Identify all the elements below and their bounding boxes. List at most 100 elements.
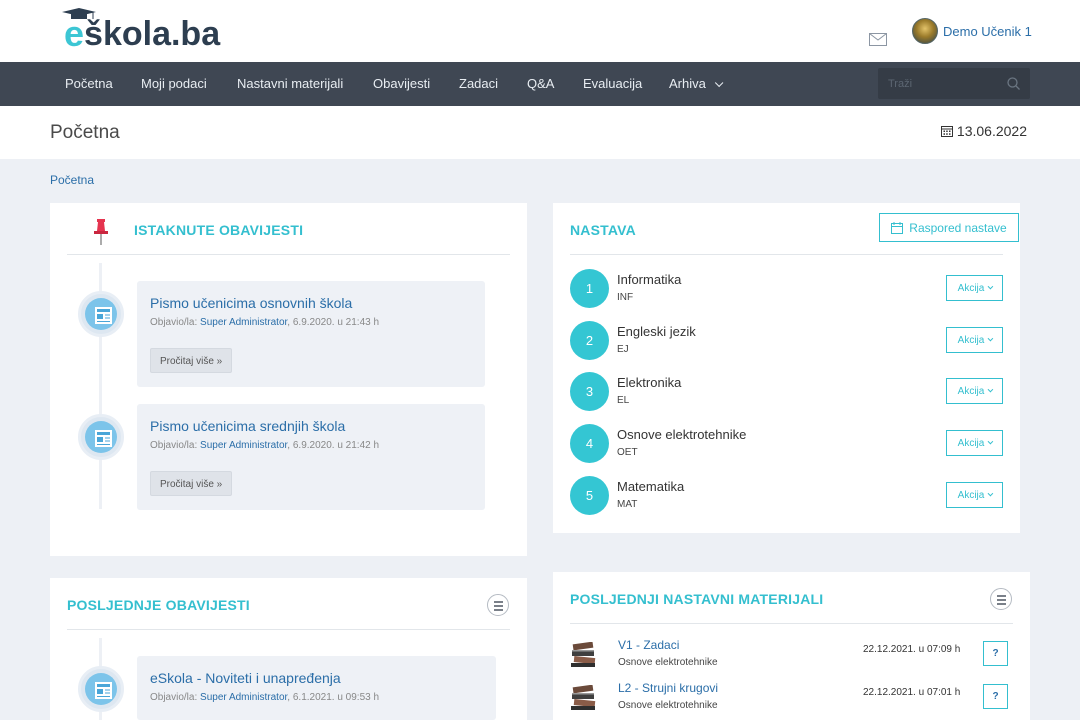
help-button[interactable]: ? (983, 684, 1008, 709)
subject-number: 2 (570, 321, 609, 360)
nav-item-zadaci[interactable]: Zadaci (459, 62, 498, 106)
nav-item-obavijesti[interactable]: Obavijesti (373, 62, 430, 106)
subject-code: OET (617, 447, 638, 458)
action-label: Akcija (957, 282, 985, 294)
books-icon (571, 642, 596, 667)
subject-name: Engleski jezik (617, 324, 696, 339)
post-title[interactable]: Pismo učenicima srednjih škola (150, 418, 345, 434)
mail-icon[interactable] (869, 33, 887, 46)
material-subject: Osnove elektrotehnike (618, 700, 718, 711)
subject-number: 5 (570, 476, 609, 515)
schedule-button[interactable]: Raspored nastave (879, 213, 1019, 242)
panel-header: POSLJEDNJE OBAVIJESTI (67, 578, 510, 630)
post-author[interactable]: Super Administrator (200, 440, 287, 451)
news-icon (78, 291, 124, 337)
panel-title: ISTAKNUTE OBAVIJESTI (134, 222, 304, 238)
action-dropdown[interactable]: Akcija (946, 275, 1003, 301)
subject-code: MAT (617, 499, 638, 510)
latest-notices-panel: POSLJEDNJE OBAVIJESTI eSkola - Noviteti … (50, 578, 527, 720)
avatar (912, 18, 938, 44)
list-icon[interactable] (487, 594, 509, 616)
classes-panel: NASTAVA Raspored nastave 1 Informatika I… (553, 203, 1020, 533)
action-dropdown[interactable]: Akcija (946, 430, 1003, 456)
search-icon[interactable] (1007, 77, 1020, 90)
material-subject: Osnove elektrotehnike (618, 657, 718, 668)
material-date: 22.12.2021. u 07:01 h (863, 687, 961, 698)
action-dropdown[interactable]: Akcija (946, 482, 1003, 508)
post-meta: Objavio/la: Super Administrator, 6.9.202… (150, 317, 379, 328)
post-author[interactable]: Super Administrator (200, 317, 287, 328)
nav-item-arhiva[interactable]: Arhiva (669, 62, 724, 106)
eskola-logo[interactable]: e škola.ba (62, 8, 221, 54)
current-date: 13.06.2022 (940, 123, 1027, 139)
meta-date: , 6.1.2021. u 09:53 h (287, 692, 380, 703)
calendar-icon (940, 126, 953, 137)
action-dropdown[interactable]: Akcija (946, 327, 1003, 353)
read-more-button[interactable]: Pročitaj više » (150, 471, 233, 496)
meta-prefix: Objavio/la: (150, 440, 201, 451)
chevron-down-icon (987, 386, 994, 393)
featured-notices-panel: ISTAKNUTE OBAVIJESTI Pismo učenicima osn… (50, 203, 527, 556)
logo-e: e (64, 13, 85, 54)
pin-icon (94, 219, 108, 245)
page-header: Početna 13.06.2022 (0, 106, 1080, 159)
nav-item-nastavni-materijali[interactable]: Nastavni materijali (237, 62, 343, 106)
user-name: Demo Učenik 1 (943, 23, 1032, 39)
search-input[interactable] (878, 68, 998, 99)
meta-date: , 6.9.2020. u 21:43 h (287, 317, 380, 328)
featured-post: Pismo učenicima osnovnih škola Objavio/l… (137, 281, 485, 387)
nav-item-evaluacija[interactable]: Evaluacija (583, 62, 642, 106)
graduation-cap-icon (62, 8, 96, 19)
action-label: Akcija (957, 334, 985, 346)
panel-title: NASTAVA (570, 222, 636, 238)
panel-title: POSLJEDNJE OBAVIJESTI (67, 597, 250, 613)
post-title[interactable]: eSkola - Noviteti i unapređenja (150, 670, 341, 686)
news-icon (78, 414, 124, 460)
news-icon (78, 666, 124, 712)
nav-item-arhiva-label: Arhiva (669, 76, 706, 91)
page-title: Početna (50, 122, 120, 143)
featured-post: Pismo učenicima srednjih škola Objavio/l… (137, 404, 485, 510)
nav-item-moji-podaci[interactable]: Moji podaci (141, 62, 207, 106)
subject-name: Matematika (617, 479, 685, 494)
chevron-down-icon (714, 78, 724, 88)
logo-text: škola.ba (84, 15, 221, 53)
panel-header: ISTAKNUTE OBAVIJESTI (67, 203, 510, 255)
meta-prefix: Objavio/la: (150, 692, 201, 703)
help-button[interactable]: ? (983, 641, 1008, 666)
search-box (878, 68, 1030, 99)
action-label: Akcija (957, 437, 985, 449)
books-icon (571, 685, 596, 710)
post-meta: Objavio/la: Super Administrator, 6.1.202… (150, 692, 379, 703)
calendar-icon (891, 221, 904, 234)
date-text: 13.06.2022 (956, 123, 1027, 139)
chevron-down-icon (987, 335, 994, 342)
subject-name: Informatika (617, 272, 682, 287)
material-title[interactable]: V1 - Zadaci (618, 638, 679, 652)
panel-header: NASTAVA Raspored nastave (570, 203, 1019, 255)
user-menu[interactable]: Demo Učenik 1 (912, 18, 1032, 44)
panel-header: POSLJEDNJI NASTAVNI MATERIJALI (570, 572, 1013, 624)
action-label: Akcija (957, 489, 985, 501)
subject-number: 3 (570, 372, 609, 411)
subject-number: 1 (570, 269, 609, 308)
chevron-down-icon (987, 438, 994, 445)
action-dropdown[interactable]: Akcija (946, 378, 1003, 404)
subject-name: Elektronika (617, 375, 682, 390)
latest-post: eSkola - Noviteti i unapređenja Objavio/… (137, 656, 496, 720)
material-date: 22.12.2021. u 07:09 h (863, 644, 961, 655)
top-header: e škola.ba Demo Učenik 1 (0, 0, 1080, 62)
nav-item-qa[interactable]: Q&A (527, 62, 554, 106)
read-more-button[interactable]: Pročitaj više » (150, 348, 233, 373)
action-label: Akcija (957, 385, 985, 397)
post-title[interactable]: Pismo učenicima osnovnih škola (150, 295, 352, 311)
breadcrumb[interactable]: Početna (50, 173, 94, 187)
subject-code: EL (617, 395, 630, 406)
subject-code: INF (617, 292, 634, 303)
nav-item-pocetna[interactable]: Početna (65, 62, 113, 106)
list-icon[interactable] (990, 588, 1012, 610)
material-title[interactable]: L2 - Strujni krugovi (618, 681, 718, 695)
post-author[interactable]: Super Administrator (200, 692, 287, 703)
meta-date: , 6.9.2020. u 21:42 h (287, 440, 380, 451)
post-meta: Objavio/la: Super Administrator, 6.9.202… (150, 440, 379, 451)
